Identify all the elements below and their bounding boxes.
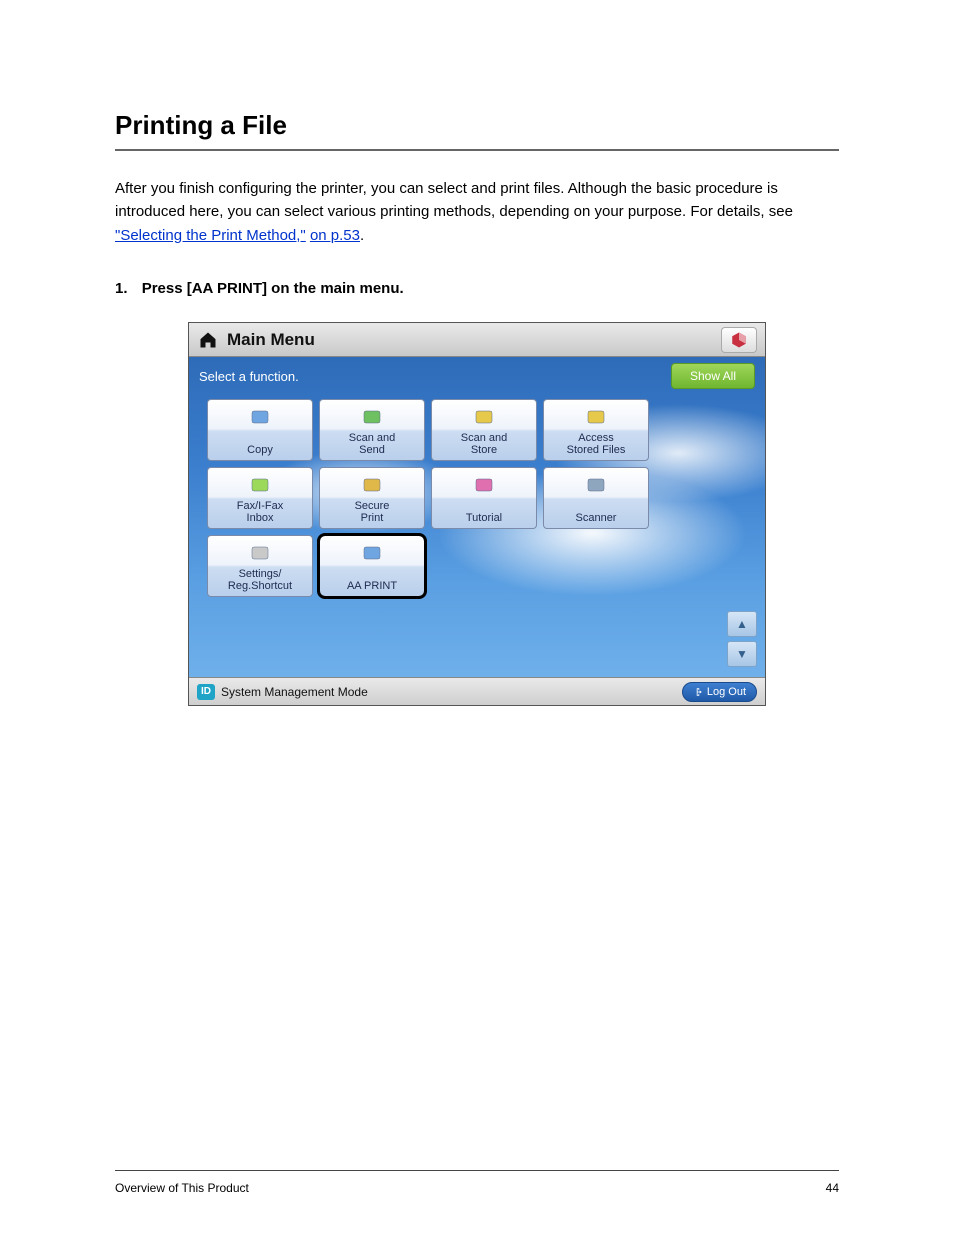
intro-link-suffix[interactable]: on p.53: [310, 227, 360, 244]
scan-and-send-icon: [357, 404, 387, 430]
function-label: Fax/I-Fax Inbox: [237, 500, 283, 524]
function-copy-button[interactable]: Copy: [207, 399, 313, 461]
footer-divider: [115, 1170, 839, 1171]
function-aa-print-button[interactable]: AA PRINT: [319, 535, 425, 597]
prompt-text: Select a function.: [199, 369, 671, 384]
function-secure-print-button[interactable]: Secure Print: [319, 467, 425, 529]
step-text: Press [AA PRINT] on the main menu.: [142, 280, 404, 297]
step-number: 1.: [115, 280, 128, 297]
divider: [115, 149, 839, 151]
intro-suffix: .: [360, 227, 364, 244]
function-label: Tutorial: [466, 512, 502, 524]
page-down-button[interactable]: ▼: [727, 641, 757, 667]
function-tutorial-button[interactable]: Tutorial: [431, 467, 537, 529]
access-stored-files-icon: [581, 404, 611, 430]
function-scanner-button[interactable]: Scanner: [543, 467, 649, 529]
fax-ifax-inbox-icon: [245, 472, 275, 498]
function-label: Copy: [247, 444, 273, 456]
scan-and-store-icon: [469, 404, 499, 430]
home-icon: [197, 330, 219, 350]
printer-panel-illustration: Main Menu Select a function. Show All Co…: [188, 322, 766, 706]
titlebar: Main Menu: [189, 323, 765, 357]
intro-link[interactable]: "Selecting the Print Method,": [115, 227, 306, 244]
settings-reg-shortcut-icon: [245, 540, 275, 566]
copy-icon: [245, 404, 275, 430]
function-label: Scan and Send: [349, 432, 395, 456]
logout-button[interactable]: Log Out: [682, 682, 757, 702]
scanner-icon: [581, 472, 611, 498]
step-line: 1. Press [AA PRINT] on the main menu.: [115, 277, 839, 300]
secure-print-icon: [357, 472, 387, 498]
aa-print-icon: [357, 540, 387, 566]
intro-prefix: After you finish configuring the printer…: [115, 180, 793, 220]
footer-left: Overview of This Product: [115, 1181, 249, 1195]
function-label: AA PRINT: [347, 580, 397, 592]
statusbar: ID System Management Mode Log Out: [189, 677, 765, 705]
function-scan-and-send-button[interactable]: Scan and Send: [319, 399, 425, 461]
function-label: Scanner: [576, 512, 617, 524]
titlebar-title: Main Menu: [227, 330, 721, 350]
function-settings-reg-shortcut-button[interactable]: Settings/ Reg.Shortcut: [207, 535, 313, 597]
show-all-button[interactable]: Show All: [671, 363, 755, 389]
section-title: Printing a File: [115, 110, 839, 141]
function-access-stored-files-button[interactable]: Access Stored Files: [543, 399, 649, 461]
logout-label: Log Out: [707, 686, 746, 698]
function-label: Secure Print: [355, 500, 390, 524]
function-fax-ifax-inbox-button[interactable]: Fax/I-Fax Inbox: [207, 467, 313, 529]
toolbox-button[interactable]: [721, 327, 757, 353]
main-area: Select a function. Show All Copy Scan and…: [189, 357, 765, 677]
function-label: Access Stored Files: [567, 432, 626, 456]
function-label: Scan and Store: [461, 432, 507, 456]
function-scan-and-store-button[interactable]: Scan and Store: [431, 399, 537, 461]
page-up-button[interactable]: ▲: [727, 611, 757, 637]
paginator: ▲ ▼: [727, 611, 757, 667]
footer-page: 44: [826, 1181, 839, 1195]
intro-paragraph: After you finish configuring the printer…: [115, 177, 839, 247]
function-label: Settings/ Reg.Shortcut: [228, 568, 292, 592]
id-badge: ID: [197, 684, 215, 700]
status-mode: System Management Mode: [221, 685, 682, 699]
function-grid: Copy Scan and Send Scan and Store Access St…: [189, 399, 765, 597]
tutorial-icon: [469, 472, 499, 498]
